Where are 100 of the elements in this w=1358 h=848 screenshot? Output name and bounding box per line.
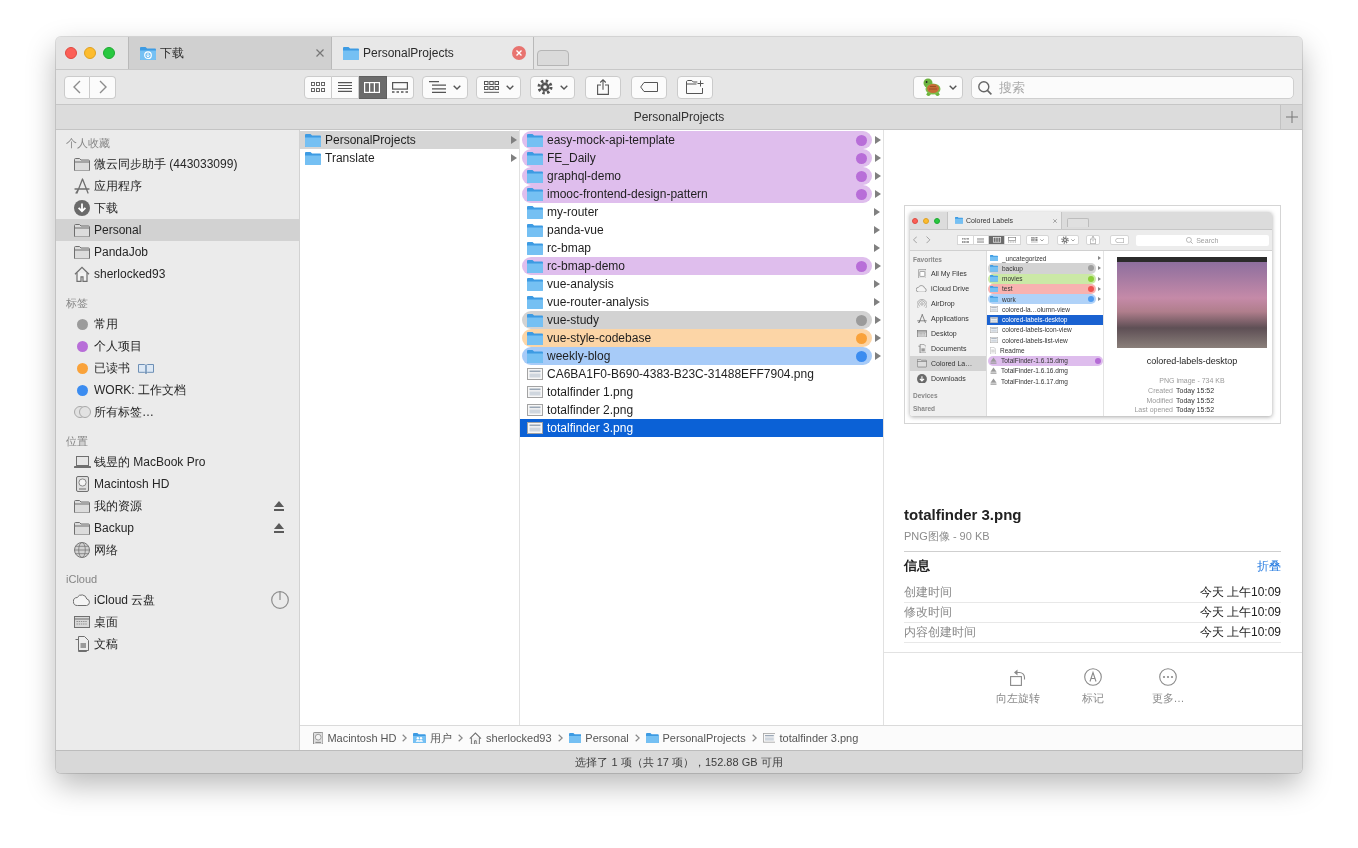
- folder-row[interactable]: graphql-demo: [522, 167, 872, 185]
- sidebar-item[interactable]: 已读书: [56, 357, 299, 379]
- zoom-button[interactable]: [103, 47, 115, 59]
- share-button[interactable]: [585, 75, 621, 99]
- sidebar-item[interactable]: Personal: [56, 219, 299, 241]
- sidebar-item[interactable]: 网络: [56, 539, 299, 561]
- zoom-button[interactable]: [934, 217, 940, 224]
- folder-row[interactable]: my-router: [520, 203, 883, 221]
- action-button[interactable]: [530, 75, 575, 99]
- sidebar-item[interactable]: sherlocked93: [56, 263, 299, 285]
- folder-row[interactable]: easy-mock-api-template: [522, 131, 872, 149]
- folder-row[interactable]: vue-style-codebase: [522, 329, 872, 347]
- tag-icon: [640, 82, 658, 92]
- back-button[interactable]: [64, 75, 90, 99]
- sidebar-item[interactable]: 应用程序: [56, 175, 299, 197]
- disk-image-icon: [990, 357, 997, 365]
- tab[interactable]: PersonalProjects: [331, 37, 534, 69]
- info-value: 今天 上午10:09: [1199, 624, 1281, 641]
- sidebar-item[interactable]: 桌面: [56, 611, 299, 633]
- folder-icon: [305, 151, 321, 165]
- sidebar-item[interactable]: 下载: [56, 197, 299, 219]
- sidebar-item[interactable]: 常用: [56, 313, 299, 335]
- group-button[interactable]: [476, 75, 521, 99]
- view-mode-button[interactable]: [359, 75, 387, 99]
- folder-row[interactable]: vue-analysis: [520, 275, 883, 293]
- collapse-link[interactable]: 折叠: [1257, 556, 1281, 576]
- arrange-button[interactable]: [422, 75, 468, 99]
- sidebar-item[interactable]: Backup: [56, 517, 299, 539]
- action-button[interactable]: 标记: [1063, 653, 1123, 725]
- info-label: 内容创建时间: [904, 624, 976, 641]
- close-button[interactable]: [912, 217, 918, 224]
- chevron-right-icon: [634, 734, 640, 742]
- action-button[interactable]: [1056, 235, 1079, 245]
- eject-icon[interactable]: [274, 501, 284, 511]
- close-tab-button[interactable]: [512, 46, 526, 60]
- sidebar-item[interactable]: 个人项目: [56, 335, 299, 357]
- path-item[interactable]: Personal: [568, 732, 629, 744]
- action-button[interactable]: 向左旋转: [988, 653, 1048, 725]
- file-row[interactable]: totalfinder 1.png: [520, 383, 883, 401]
- folder-icon: [527, 205, 543, 219]
- path-item[interactable]: 用户: [413, 730, 453, 746]
- minimize-button[interactable]: [923, 217, 929, 224]
- folder-row[interactable]: vue-router-analysis: [520, 293, 883, 311]
- path-item[interactable]: sherlocked93: [469, 731, 552, 745]
- folder-row[interactable]: FE_Daily: [522, 149, 872, 167]
- folder-row[interactable]: imooc-frontend-design-pattern: [522, 185, 872, 203]
- download-icon: [74, 200, 90, 216]
- minimize-button[interactable]: [84, 47, 96, 59]
- sidebar-item[interactable]: 文稿: [56, 633, 299, 655]
- folder-row[interactable]: Translate: [300, 149, 519, 167]
- folder-row[interactable]: rc-bmap: [520, 239, 883, 257]
- new-tab-button[interactable]: [537, 50, 569, 66]
- laptop-icon: [73, 456, 91, 468]
- sidebar-item[interactable]: 我的资源: [56, 495, 299, 517]
- file-name: totalfinder 3.png: [904, 505, 1023, 525]
- sidebar-item[interactable]: iCloud 云盘: [56, 589, 299, 611]
- folder-row[interactable]: PersonalProjects: [300, 131, 519, 149]
- search-field[interactable]: 搜索: [971, 75, 1294, 99]
- sidebar-item[interactable]: PandaJob: [56, 241, 299, 263]
- disclosure-arrow-icon: [875, 172, 881, 180]
- list-view-icon: [977, 237, 985, 243]
- add-button[interactable]: [1280, 105, 1302, 129]
- action-button[interactable]: 更多…: [1138, 653, 1198, 725]
- image-file-icon: [990, 337, 998, 344]
- download-folder-icon: [140, 46, 156, 60]
- disclosure-arrow-icon: [874, 298, 880, 306]
- tag-button[interactable]: [631, 75, 667, 99]
- extension-button[interactable]: [913, 75, 963, 99]
- forward-button[interactable]: [90, 75, 116, 99]
- file-row[interactable]: totalfinder 3.png: [520, 419, 883, 437]
- forward-button[interactable]: [926, 236, 931, 244]
- folder-title: PersonalProjects: [633, 110, 725, 124]
- disclosure-arrow-icon: [874, 226, 880, 234]
- tab[interactable]: 下载: [128, 37, 331, 69]
- folder-icon: [527, 259, 543, 273]
- file-row[interactable]: totalfinder 2.png: [520, 401, 883, 419]
- sidebar-item[interactable]: 所有标签…: [56, 401, 299, 423]
- folder-row[interactable]: rc-bmap-demo: [522, 257, 872, 275]
- disclosure-arrow-icon: [875, 334, 881, 342]
- disclosure-arrow-icon: [875, 262, 881, 270]
- sidebar-item[interactable]: Macintosh HD: [56, 473, 299, 495]
- folder-icon: [74, 245, 90, 259]
- sidebar-item[interactable]: 钱昱的 MacBook Pro: [56, 451, 299, 473]
- close-tab-button[interactable]: [1053, 218, 1057, 223]
- new-folder-button[interactable]: [677, 75, 713, 99]
- path-item[interactable]: PersonalProjects: [645, 732, 746, 744]
- close-button[interactable]: [65, 47, 77, 59]
- eject-icon[interactable]: [274, 523, 284, 533]
- settings-icon: [537, 79, 553, 95]
- path-item[interactable]: totalfinder 3.png: [762, 732, 859, 744]
- sidebar-item[interactable]: 微云同步助手 (443033099): [56, 153, 299, 175]
- path-item[interactable]: Macintosh HD: [313, 731, 397, 745]
- file-row[interactable]: CA6BA1F0-B690-4383-B23C-31488EFF7904.png: [520, 365, 883, 383]
- back-button[interactable]: [913, 236, 918, 244]
- folder-row[interactable]: weekly-blog: [522, 347, 872, 365]
- close-tab-button[interactable]: [316, 49, 324, 57]
- folder-row[interactable]: panda-vue: [520, 221, 883, 239]
- folder-row[interactable]: vue-study: [522, 311, 872, 329]
- cloud-icon: [73, 594, 91, 606]
- sidebar-item[interactable]: WORK: 工作文档: [56, 379, 299, 401]
